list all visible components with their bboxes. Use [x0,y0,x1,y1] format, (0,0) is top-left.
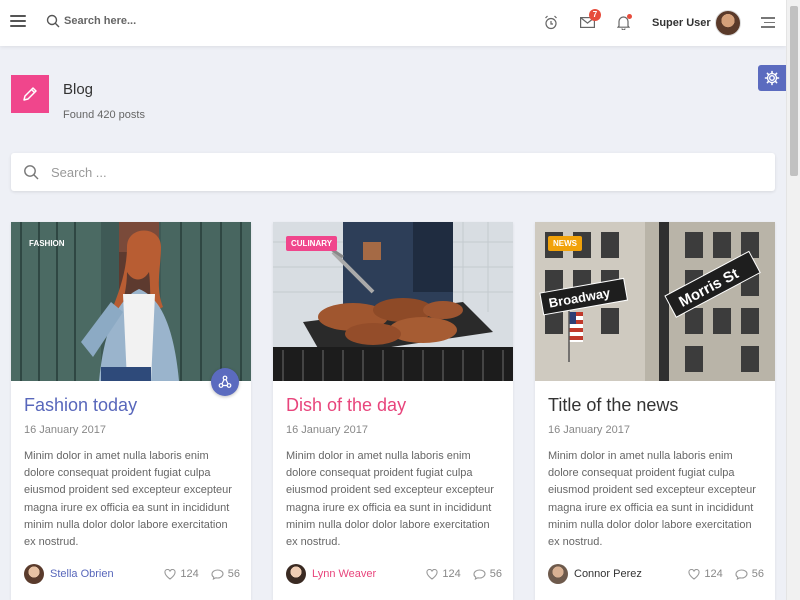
comments-count: 56 [227,568,240,580]
card-stats: 124 56 [152,568,240,580]
gear-icon [764,70,780,86]
blog-card[interactable]: FASHION Fashion today 16 January 2017 Mi… [11,222,251,600]
author-avatar[interactable] [286,564,306,584]
category-tag[interactable]: FASHION [24,236,70,251]
author-name[interactable]: Lynn Weaver [312,568,376,580]
alarm-clock-icon[interactable] [544,15,558,30]
right-menu-icon[interactable] [761,17,775,31]
blog-search-input[interactable] [51,164,731,180]
top-bar: Search here... 7 Super User [0,0,786,46]
card-image[interactable]: CULINARY [273,222,513,381]
card-stats: 124 56 [414,568,502,580]
likes-count: 124 [180,568,199,580]
share-button[interactable] [211,368,239,396]
author-name[interactable]: Connor Perez [574,568,642,580]
pencil-icon [23,87,37,101]
card-image[interactable]: FASHION [11,222,251,381]
card-stats: 124 56 [676,568,764,580]
menu-icon[interactable] [10,15,26,29]
card-excerpt: Minim dolor in amet nulla laboris enim d… [548,450,756,549]
share-icon [218,375,232,388]
card-date: 16 January 2017 [24,424,106,436]
settings-button[interactable] [758,65,786,91]
blog-card[interactable]: Broadway Morris St NEWS Title of the new… [535,222,775,600]
scrollbar[interactable] [786,0,800,600]
likes-count: 124 [704,568,723,580]
author-name[interactable]: Stella Obrien [50,568,114,580]
card-image[interactable]: Broadway Morris St NEWS [535,222,775,381]
comments-count: 56 [751,568,764,580]
mail-badge: 7 [589,9,601,21]
search-icon [24,165,39,180]
scrollbar-thumb[interactable] [790,6,798,176]
category-tag[interactable]: NEWS [548,236,582,251]
card-footer: Stella Obrien 124 56 [24,563,240,585]
notification-dot [627,14,632,19]
card-date: 16 January 2017 [548,424,630,436]
comments[interactable]: 56 [473,568,502,580]
comments[interactable]: 56 [211,568,240,580]
blog-search-bar [11,153,775,191]
comment-icon [211,568,224,580]
heart-icon [688,568,700,580]
comments[interactable]: 56 [735,568,764,580]
heart-icon [164,568,176,580]
page-title: Blog [63,81,94,98]
likes[interactable]: 124 [688,568,723,580]
card-footer: Lynn Weaver 124 56 [286,563,502,585]
search-icon [46,14,60,28]
blog-icon-tile [11,75,49,113]
user-avatar[interactable] [715,10,741,36]
likes[interactable]: 124 [426,568,461,580]
author-avatar[interactable] [24,564,44,584]
card-date: 16 January 2017 [286,424,368,436]
card-excerpt: Minim dolor in amet nulla laboris enim d… [24,450,232,549]
top-search-placeholder: Search here... [64,15,137,27]
author-avatar[interactable] [548,564,568,584]
page-subtitle: Found 420 posts [63,109,145,121]
category-tag[interactable]: CULINARY [286,236,338,251]
top-search[interactable]: Search here... [46,14,136,28]
user-name[interactable]: Super User [652,17,711,29]
comment-icon [473,568,486,580]
card-excerpt: Minim dolor in amet nulla laboris enim d… [286,450,494,549]
likes[interactable]: 124 [164,568,199,580]
comments-count: 56 [489,568,502,580]
card-title[interactable]: Fashion today [24,395,137,416]
heart-icon [426,568,438,580]
card-footer: Connor Perez 124 56 [548,563,764,585]
comment-icon [735,568,748,580]
card-title[interactable]: Dish of the day [286,395,406,416]
likes-count: 124 [442,568,461,580]
card-title[interactable]: Title of the news [548,395,678,416]
blog-card[interactable]: CULINARY Dish of the day 16 January 2017… [273,222,513,600]
